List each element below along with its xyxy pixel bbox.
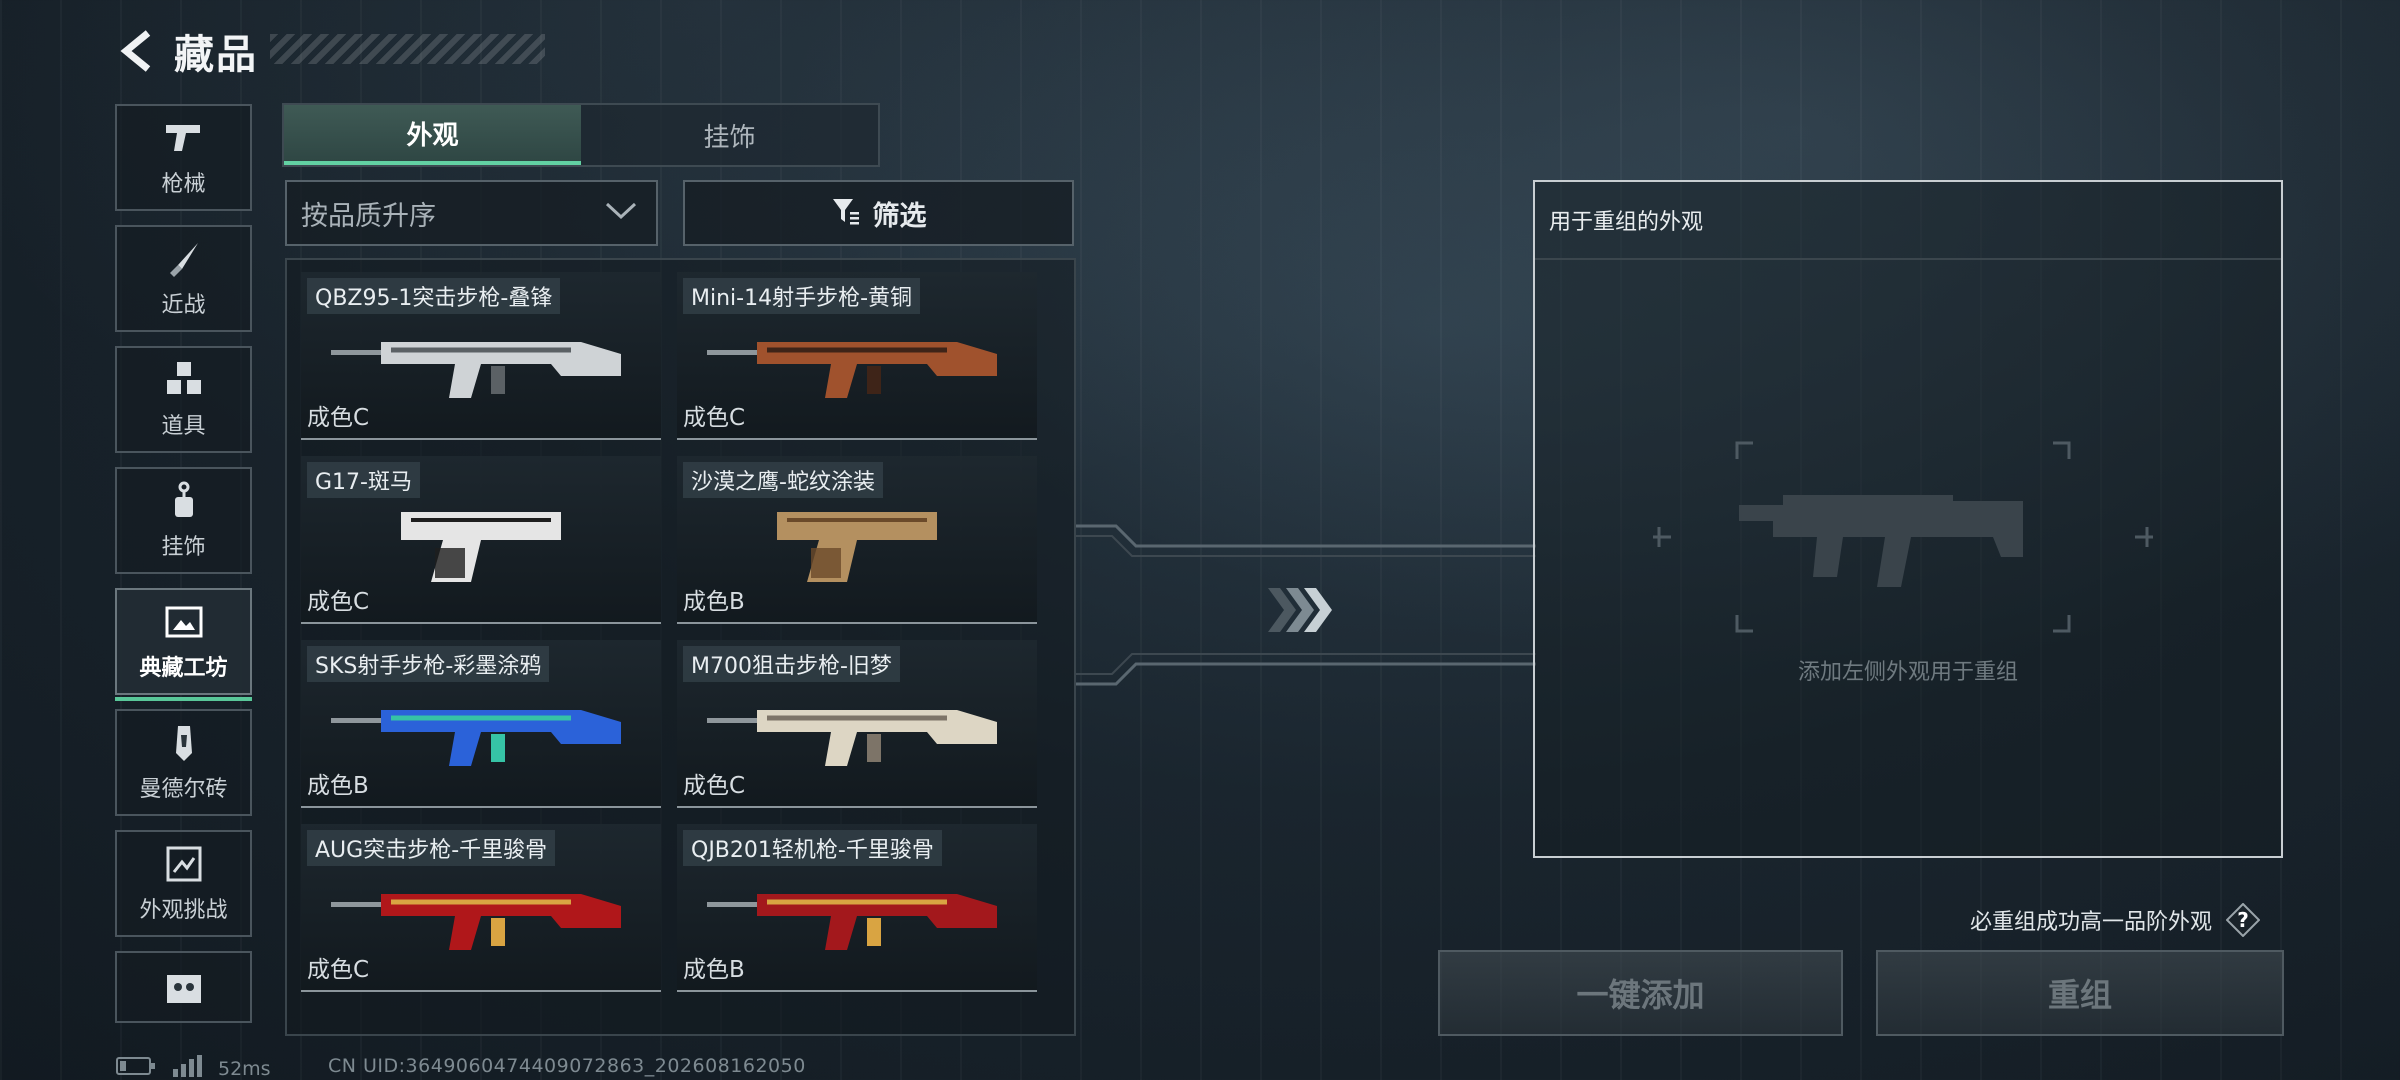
chevrons-right-icon <box>1268 588 1332 632</box>
sidebar-item-skin-challenge[interactable]: 外观挑战 <box>115 830 252 937</box>
battery-icon <box>116 1056 156 1080</box>
help-icon[interactable]: ? <box>2225 902 2261 938</box>
sort-label: 按品质升序 <box>301 200 436 232</box>
tab-charms[interactable]: 挂饰 <box>581 105 878 165</box>
sidebar-item-label: 枪械 <box>161 171 206 197</box>
filter-icon <box>831 196 861 230</box>
status-bar: 52ms <box>116 1055 271 1080</box>
skin-grade: 成色B <box>307 773 369 799</box>
skin-name: QJB201轻机枪-千里骏骨 <box>683 830 942 866</box>
guarantee-info: 必重组成功高一品阶外观 ? <box>1970 902 2261 938</box>
skin-grade: 成色C <box>307 589 370 615</box>
pistol-icon <box>164 118 204 158</box>
sidebar-item-label: 挂饰 <box>161 534 206 560</box>
skin-name: Mini-14射手步枪-黄铜 <box>683 278 921 314</box>
skin-grade: 成色B <box>683 957 745 983</box>
sidebar-item-melee[interactable]: 近战 <box>115 225 252 332</box>
charm-icon <box>164 481 204 521</box>
skin-card[interactable]: M700狙击步枪-旧梦成色C <box>677 640 1037 808</box>
weapon-image <box>777 512 937 582</box>
weapon-image <box>401 512 561 582</box>
sidebar-item-label: 近战 <box>161 292 206 318</box>
cubes-icon <box>164 360 204 400</box>
recompose-panel: 用于重组的外观 添加左侧外观用于重组 <box>1533 180 2283 858</box>
chevron-down-icon <box>604 201 638 225</box>
skin-card[interactable]: Mini-14射手步枪-黄铜成色C <box>677 272 1037 440</box>
user-uid: CN UID:36490604744090728​63_202608162050 <box>328 1055 806 1077</box>
rifle-silhouette-icon <box>1653 441 2153 633</box>
recompose-button[interactable]: 重组 <box>1876 950 2284 1036</box>
challenge-icon <box>164 844 204 884</box>
skin-grade: 成色C <box>307 957 370 983</box>
skin-grade: 成色B <box>683 589 745 615</box>
skin-card[interactable]: SKS射手步枪-彩墨涂鸦成色B <box>301 640 661 808</box>
sidebar-item-more[interactable] <box>115 951 252 1023</box>
skin-name: G17-斑马 <box>307 462 420 498</box>
skin-grade: 成色C <box>683 405 746 431</box>
workshop-icon <box>164 602 204 642</box>
skull-icon <box>164 969 204 1009</box>
recompose-hint: 添加左侧外观用于重组 <box>1797 660 2018 685</box>
filter-label: 筛选 <box>872 200 927 232</box>
skin-card[interactable]: G17-斑马成色C <box>301 456 661 624</box>
skin-grade: 成色C <box>683 773 746 799</box>
weapon-image <box>331 710 621 766</box>
sidebar-item-guns[interactable]: 枪械 <box>115 104 252 211</box>
skin-card[interactable]: AUG突击步枪-千里骏骨成色C <box>301 824 661 992</box>
add-all-button[interactable]: 一键添加 <box>1438 950 1843 1036</box>
sidebar-item-charms[interactable]: 挂饰 <box>115 467 252 574</box>
weapon-image <box>331 342 621 398</box>
skin-name: AUG突击步枪-千里骏骨 <box>307 830 556 866</box>
sidebar-item-label: 曼德尔砖 <box>139 776 228 802</box>
sidebar-item-items[interactable]: 道具 <box>115 346 252 453</box>
skin-grid-panel: QBZ95-1突击步枪-叠锋 成色C Mini-14射手步枪-黄铜 成色C G17-斑马… <box>285 258 1076 1036</box>
header: 藏品 <box>118 26 258 78</box>
weapon-image <box>331 894 621 950</box>
skin-name: SKS射手步枪-彩墨涂鸦 <box>307 646 550 682</box>
sidebar-item-label: 典藏工坊 <box>139 655 228 681</box>
page-title: 藏品 <box>174 32 258 78</box>
brick-icon <box>164 723 204 763</box>
recompose-panel-title: 用于重组的外观 <box>1535 182 2281 260</box>
knife-icon <box>164 239 204 279</box>
weapon-image <box>707 342 997 398</box>
skin-name: QBZ95-1突击步枪-叠锋 <box>307 278 561 314</box>
skin-card[interactable]: 沙漠之鹰-蛇纹涂装成色B <box>677 456 1037 624</box>
skin-card[interactable]: QBZ95-1突击步枪-叠锋成色C <box>301 272 661 440</box>
sidebar-item-label: 外观挑战 <box>139 897 228 923</box>
sidebar-item-label: 道具 <box>161 413 206 439</box>
back-arrow-icon[interactable] <box>118 29 154 73</box>
guarantee-text: 必重组成功高一品阶外观 <box>1970 910 2213 935</box>
skin-grade: 成色C <box>307 405 370 431</box>
sidebar-item-mandel-brick[interactable]: 曼德尔砖 <box>115 709 252 816</box>
tab-skins[interactable]: 外观 <box>284 105 581 165</box>
signal-icon <box>172 1055 202 1080</box>
sidebar: 枪械 近战 道具 挂饰 典藏工坊 曼德尔砖 外观挑战 <box>115 104 252 1037</box>
svg-text:?: ? <box>2237 908 2249 932</box>
skin-grid: QBZ95-1突击步枪-叠锋 成色C Mini-14射手步枪-黄铜 成色C G17-斑马… <box>301 272 1037 992</box>
skin-card[interactable]: QJB201轻机枪-千里骏骨成色B <box>677 824 1037 992</box>
weapon-image <box>707 894 997 950</box>
skin-name: M700狙击步枪-旧梦 <box>683 646 900 682</box>
sort-dropdown[interactable]: 按品质升序 <box>285 180 658 246</box>
ping-value: 52ms <box>218 1057 271 1080</box>
filter-button[interactable]: 筛选 <box>683 180 1074 246</box>
title-decoration <box>270 34 545 64</box>
weapon-image <box>707 710 997 766</box>
skin-name: 沙漠之鹰-蛇纹涂装 <box>683 462 883 498</box>
sidebar-item-workshop[interactable]: 典藏工坊 <box>115 588 252 701</box>
category-tabs: 外观 挂饰 <box>282 103 880 167</box>
